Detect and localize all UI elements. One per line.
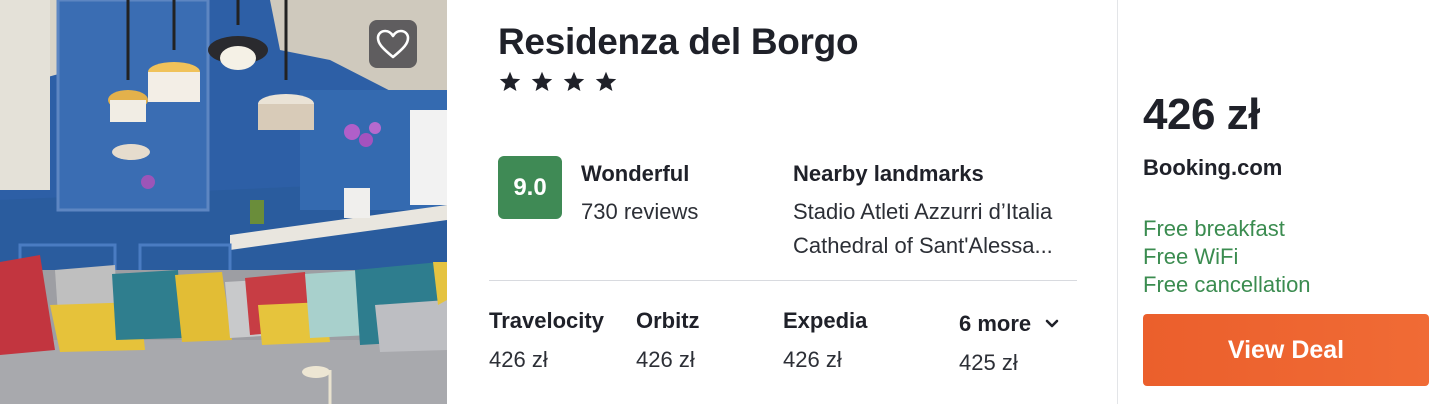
provider-name: Travelocity xyxy=(489,308,604,333)
provider-travelocity[interactable]: Travelocity 426 zł xyxy=(489,308,604,373)
amenity-cancellation: Free cancellation xyxy=(1143,272,1311,297)
hotel-result-card: Residenza del Borgo 9.0 Wonderful 730 re… xyxy=(0,0,1450,404)
provider-price: 426 zł xyxy=(489,347,548,372)
review-count[interactable]: 730 reviews xyxy=(581,199,698,225)
more-providers[interactable]: 6 more 425 zł xyxy=(959,311,1059,376)
hotel-name[interactable]: Residenza del Borgo xyxy=(498,21,859,63)
deal-price[interactable]: 426 zł xyxy=(1143,90,1260,140)
rating-label: Wonderful xyxy=(581,161,690,186)
provider-price: 425 zł xyxy=(959,350,1018,375)
chevron-down-icon xyxy=(1045,319,1059,328)
provider-price: 426 zł xyxy=(783,347,842,372)
hotel-photo[interactable] xyxy=(0,0,447,404)
hotel-info: Residenza del Borgo 9.0 Wonderful 730 re… xyxy=(447,0,1117,404)
landmark-item: Cathedral of Sant'Alessa... xyxy=(793,233,1053,258)
provider-name: Orbitz xyxy=(636,308,700,333)
score-badge: 9.0 xyxy=(498,156,562,219)
star-icon xyxy=(595,71,617,91)
star-rating xyxy=(498,70,618,94)
star-icon xyxy=(563,71,585,91)
amenity-breakfast: Free breakfast xyxy=(1143,216,1285,241)
landmark-item: Stadio Atleti Azzurri d’Italia xyxy=(793,199,1053,224)
provider-orbitz[interactable]: Orbitz 426 zł xyxy=(636,308,700,373)
deal-site[interactable]: Booking.com xyxy=(1143,155,1282,181)
star-icon xyxy=(499,71,521,91)
heart-outline-icon xyxy=(376,29,410,59)
divider xyxy=(489,280,1077,281)
provider-expedia[interactable]: Expedia 426 zł xyxy=(783,308,867,373)
amenity-wifi: Free WiFi xyxy=(1143,244,1239,269)
favorite-button[interactable] xyxy=(369,20,417,68)
star-icon xyxy=(531,71,553,91)
more-providers-label: 6 more xyxy=(959,311,1032,336)
view-deal-button[interactable]: View Deal xyxy=(1143,314,1429,386)
provider-name: Expedia xyxy=(783,308,868,333)
more-providers-toggle[interactable]: 6 more xyxy=(959,311,1059,337)
provider-price: 426 zł xyxy=(636,347,695,372)
landmarks-title: Nearby landmarks xyxy=(793,161,984,186)
deal-panel: 426 zł Booking.com Free breakfast Free W… xyxy=(1118,0,1450,404)
